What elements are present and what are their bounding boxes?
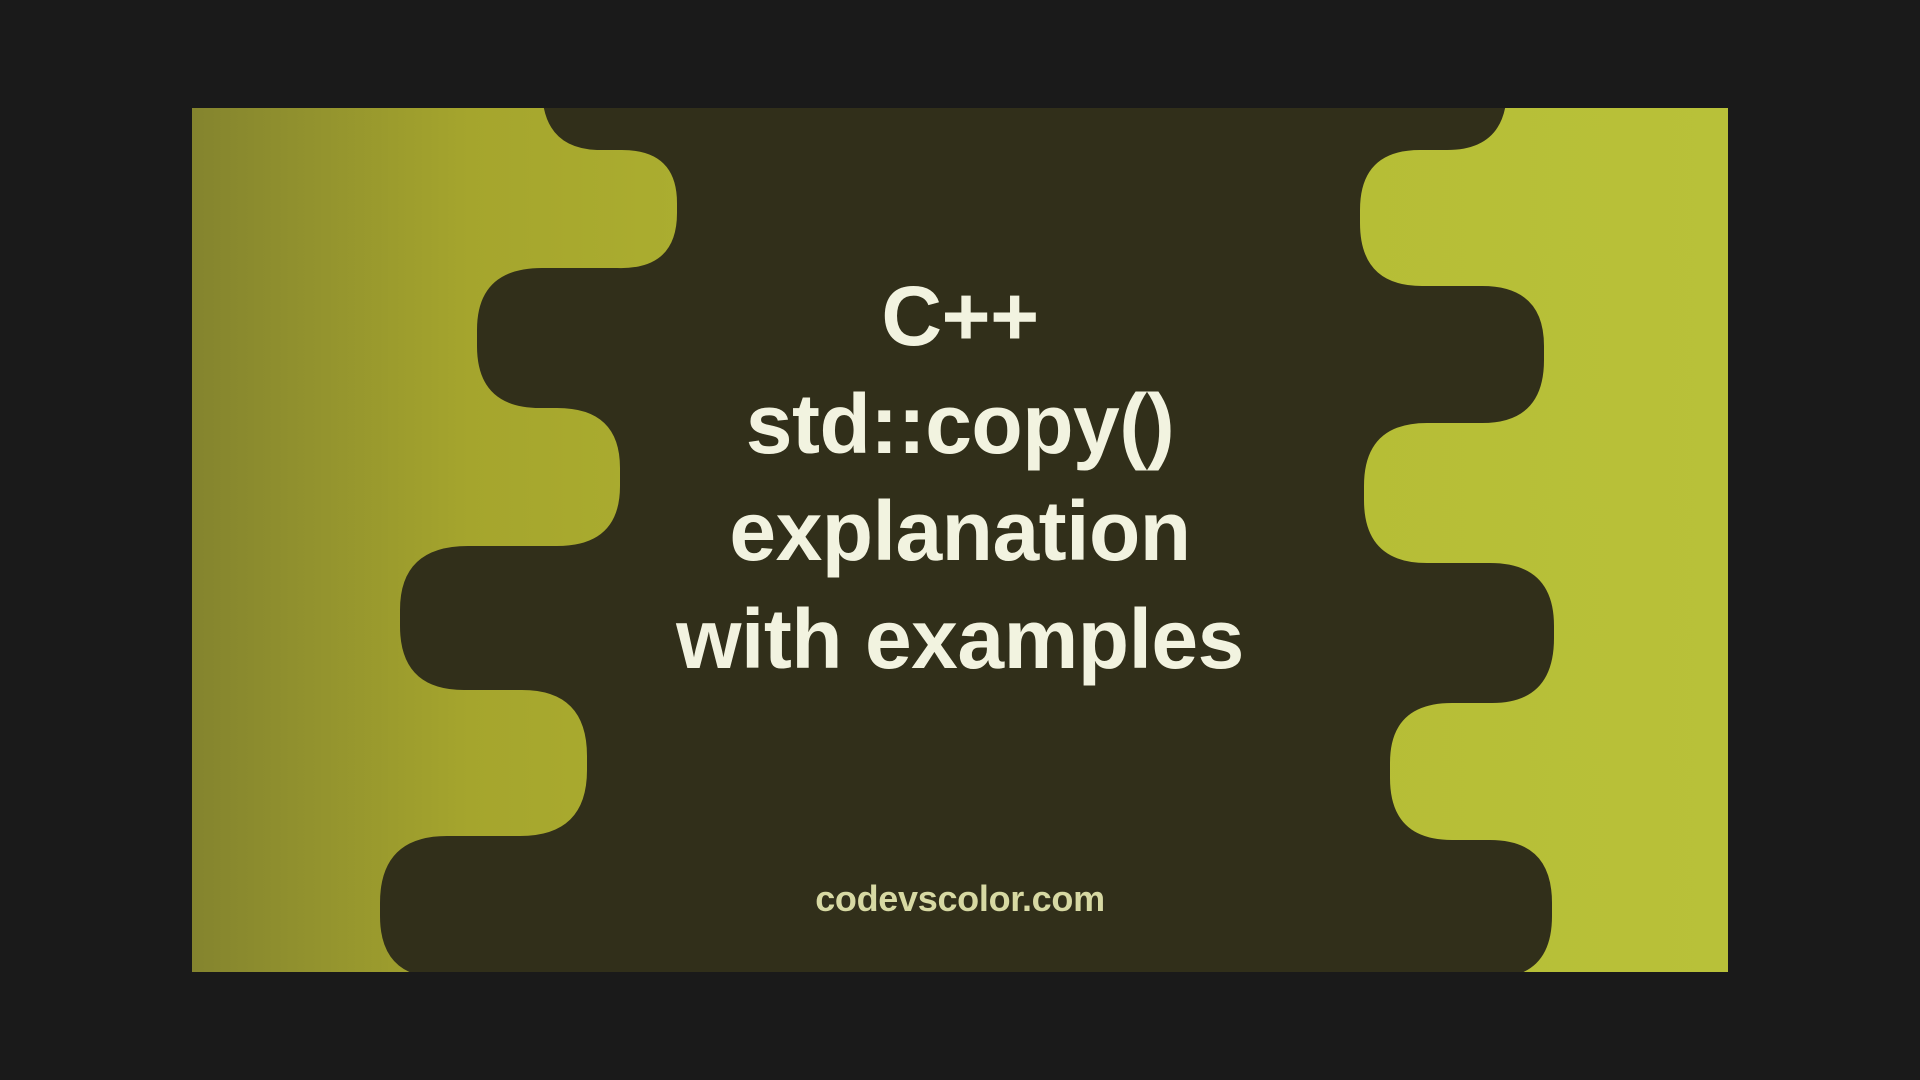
title-line-2: std::copy() [192, 371, 1728, 479]
title-line-1: C++ [192, 263, 1728, 371]
banner-title: C++ std::copy() explanation with example… [192, 263, 1728, 693]
title-line-3: explanation [192, 478, 1728, 586]
attribution-text: codevscolor.com [815, 878, 1105, 920]
hero-banner: C++ std::copy() explanation with example… [192, 108, 1728, 972]
title-line-4: with examples [192, 586, 1728, 694]
